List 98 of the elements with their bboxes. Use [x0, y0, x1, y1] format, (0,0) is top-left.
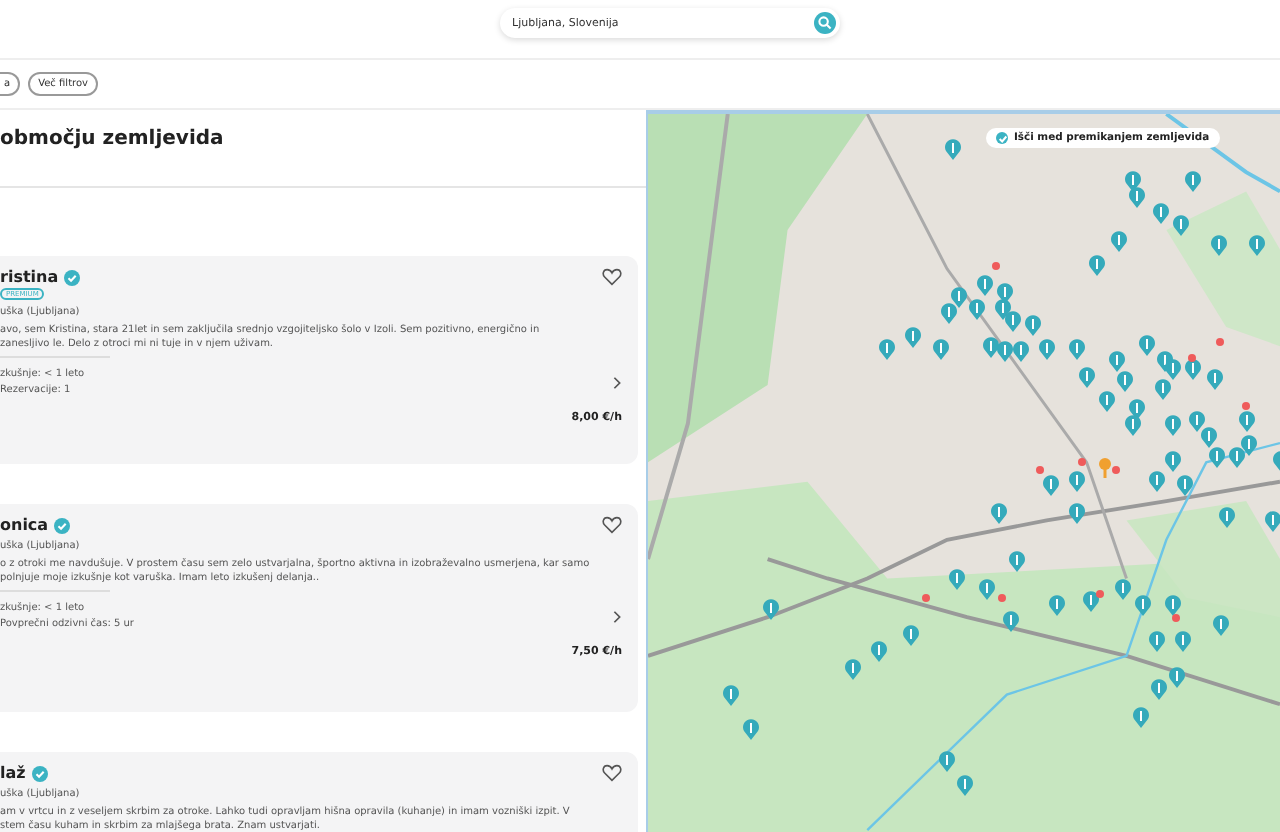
map-pin-icon[interactable] — [938, 750, 956, 772]
map-pin-icon[interactable] — [1038, 338, 1056, 360]
map-pin-icon[interactable] — [978, 578, 996, 600]
map-pin-icon[interactable] — [996, 282, 1014, 304]
alert-dot-icon — [998, 594, 1006, 602]
map-pin-icon[interactable] — [948, 568, 966, 590]
map-pin-icon[interactable] — [1218, 506, 1236, 528]
map-pin-icon[interactable] — [1240, 434, 1258, 456]
alert-dot-icon — [992, 262, 1000, 270]
map-pin-icon[interactable] — [1188, 410, 1206, 432]
map-pin-icon[interactable] — [870, 640, 888, 662]
map-pin-icon[interactable] — [940, 302, 958, 324]
map-pin-icon[interactable] — [1164, 450, 1182, 472]
map-pin-icon[interactable] — [1248, 234, 1266, 256]
map-pin-icon[interactable] — [1212, 614, 1230, 636]
map-pin-icon[interactable] — [904, 326, 922, 348]
map-pin-icon[interactable] — [1132, 706, 1150, 728]
map-pin-icon[interactable] — [956, 774, 974, 796]
map-pin-icon[interactable] — [1174, 630, 1192, 652]
map-pin-icon[interactable] — [1152, 202, 1170, 224]
alert-dot-icon — [1078, 458, 1086, 466]
map-pin-icon[interactable] — [1208, 446, 1226, 468]
map-drawing[interactable] — [648, 114, 1280, 832]
map-pin-icon[interactable] — [1176, 474, 1194, 496]
map-pin-icon[interactable] — [1008, 550, 1026, 572]
alert-dot-icon — [1036, 466, 1044, 474]
alert-dot-icon — [1096, 590, 1104, 598]
map-pin-icon[interactable] — [1082, 590, 1100, 612]
location-marker-icon — [1098, 458, 1112, 478]
map-pin-icon[interactable] — [1200, 426, 1218, 448]
map-pin-icon[interactable] — [762, 598, 780, 620]
caregiver-name: laž — [0, 764, 26, 782]
map-pin-icon[interactable] — [1164, 358, 1182, 380]
map-pin-icon[interactable] — [1128, 186, 1146, 208]
map-pin-icon[interactable] — [1002, 610, 1020, 632]
map-pin-icon[interactable] — [1110, 230, 1128, 252]
map-pin-icon[interactable] — [996, 340, 1014, 362]
map-pin-icon[interactable] — [976, 274, 994, 296]
search-button[interactable] — [814, 12, 836, 34]
search-icon — [818, 16, 832, 30]
map-pin-icon[interactable] — [844, 658, 862, 680]
heart-icon[interactable] — [602, 268, 622, 286]
map-pin-icon[interactable] — [1068, 502, 1086, 524]
chevron-right-icon[interactable] — [612, 609, 622, 623]
map-pin-icon[interactable] — [1228, 446, 1246, 468]
map-pin-icon[interactable] — [1150, 678, 1168, 700]
heart-icon[interactable] — [602, 516, 622, 534]
map-pin-icon[interactable] — [932, 338, 950, 360]
map-pin-icon[interactable] — [982, 336, 1000, 358]
map-pin-icon[interactable] — [1124, 414, 1142, 436]
map-pin-icon[interactable] — [1238, 410, 1256, 432]
checkbox[interactable] — [996, 132, 1008, 144]
map-pin-icon[interactable] — [722, 684, 740, 706]
map-pin-icon[interactable] — [1042, 474, 1060, 496]
map-pin-icon[interactable] — [742, 718, 760, 740]
map-pin-icon[interactable] — [1088, 254, 1106, 276]
map-pin-icon[interactable] — [1168, 666, 1186, 688]
map-pin-icon[interactable] — [1004, 310, 1022, 332]
map-pin-icon[interactable] — [878, 338, 896, 360]
map-pin-icon[interactable] — [1098, 390, 1116, 412]
map-pin-icon[interactable] — [1134, 594, 1152, 616]
map-pin-icon[interactable] — [950, 286, 968, 308]
map-pin-icon[interactable] — [1148, 630, 1166, 652]
map-pin-icon[interactable] — [990, 502, 1008, 524]
chevron-right-icon[interactable] — [612, 375, 622, 389]
map-pin-icon[interactable] — [968, 298, 986, 320]
map-pin-icon[interactable] — [1264, 510, 1280, 532]
heart-icon[interactable] — [602, 764, 622, 782]
map-pin-icon[interactable] — [1164, 414, 1182, 436]
map-pin-icon[interactable] — [1172, 214, 1190, 236]
alert-dot-icon — [1242, 402, 1250, 410]
caregiver-name: onica — [0, 516, 49, 534]
map-pin-icon[interactable] — [944, 138, 962, 160]
map-pin-icon[interactable] — [1184, 358, 1202, 380]
map-pin-icon[interactable] — [1164, 594, 1182, 616]
results-heading: območju zemljevida — [0, 128, 226, 150]
map-pin-icon[interactable] — [1068, 338, 1086, 360]
map-pin-icon[interactable] — [1114, 578, 1132, 600]
map-pin-icon[interactable] — [1048, 594, 1066, 616]
alert-dot-icon — [1172, 614, 1180, 622]
map-pin-icon[interactable] — [1068, 470, 1086, 492]
map-pin-icon[interactable] — [1206, 368, 1224, 390]
map-pin-icon[interactable] — [1024, 314, 1042, 336]
map-pin-icon[interactable] — [902, 624, 920, 646]
alert-dot-icon — [1112, 466, 1120, 474]
map-pin-icon[interactable] — [1078, 366, 1096, 388]
map-pin-icon[interactable] — [1184, 170, 1202, 192]
map-pin-icon[interactable] — [1108, 350, 1126, 372]
alert-dot-icon — [1216, 338, 1224, 346]
map-pin-icon[interactable] — [1210, 234, 1228, 256]
map-pin-icon[interactable] — [1012, 340, 1030, 362]
alert-dot-icon — [1188, 354, 1196, 362]
caregiver-name: ristina — [0, 268, 59, 286]
map-pin-icon[interactable] — [1138, 334, 1156, 356]
alert-dot-icon — [922, 594, 930, 602]
map-pin-icon[interactable] — [1116, 370, 1134, 392]
map-pin-icon[interactable] — [1154, 378, 1172, 400]
map-pin-icon[interactable] — [1148, 470, 1166, 492]
